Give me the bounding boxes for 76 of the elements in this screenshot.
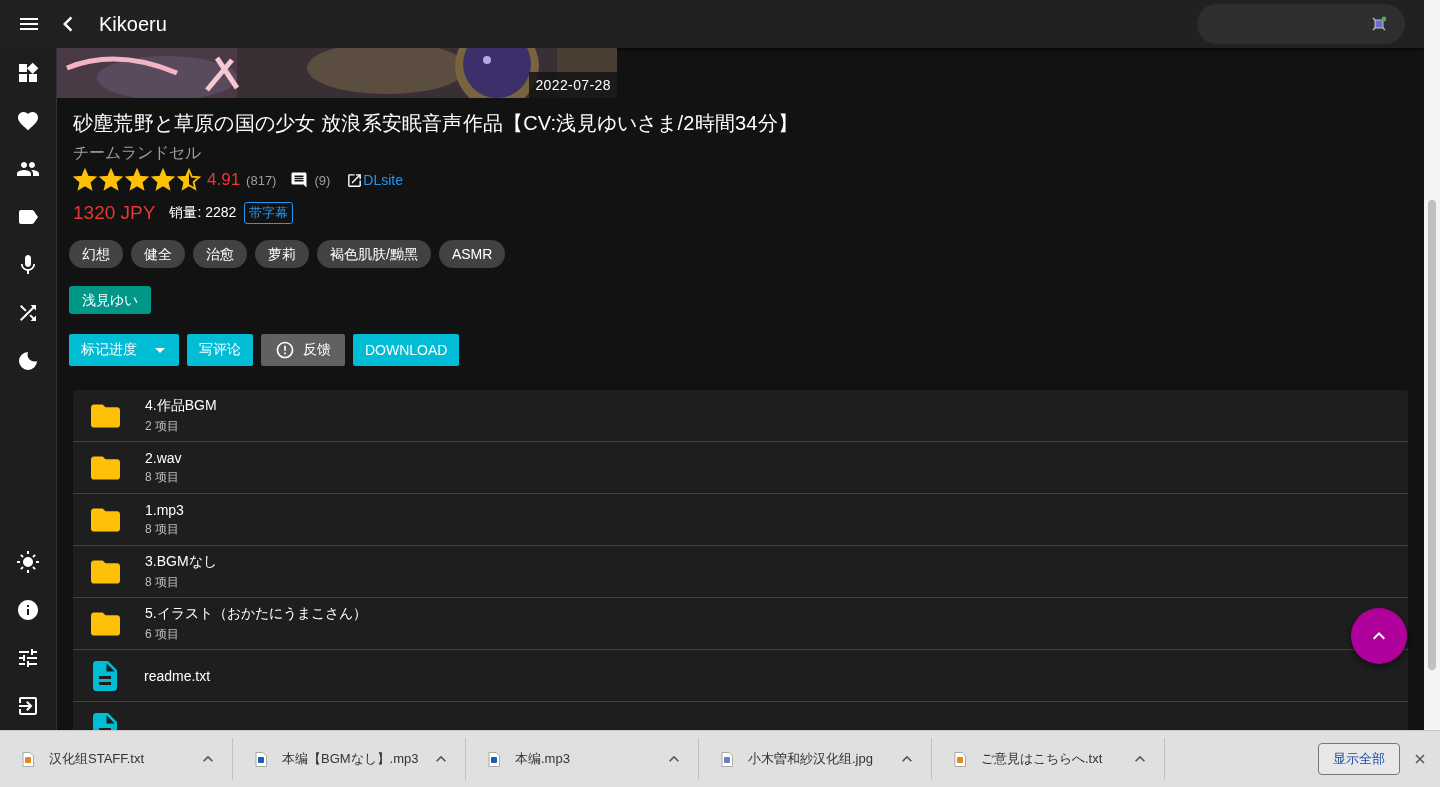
file-name: 4.作品BGM — [145, 396, 217, 415]
file-icon — [255, 751, 267, 767]
tag-chip[interactable]: 幻想 — [69, 240, 123, 268]
download-item[interactable]: 小木曽和紗汉化组.jpg — [699, 738, 932, 780]
download-item[interactable]: 本编.mp3 — [466, 738, 699, 780]
price: 1320 JPY — [73, 202, 156, 224]
alert-icon — [275, 340, 295, 360]
file-icon — [22, 751, 34, 767]
star-icon — [125, 168, 149, 192]
chevron-up-icon — [1373, 632, 1385, 640]
logout-icon[interactable] — [16, 694, 40, 718]
file-icon — [954, 751, 966, 767]
file-icon — [721, 751, 733, 767]
item-count: 8 项目 — [145, 520, 180, 538]
dashboard-icon[interactable] — [16, 61, 40, 85]
moon-icon[interactable] — [16, 349, 40, 373]
info-icon[interactable] — [16, 598, 40, 622]
folder-icon — [91, 403, 120, 428]
tag-chip[interactable]: 治愈 — [193, 240, 247, 268]
rating-count: (817) — [246, 172, 277, 188]
rating-value: 4.91 — [207, 170, 241, 190]
subtitle-badge: 带字幕 — [244, 202, 294, 224]
file-list-item[interactable]: 3.BGMなし 8 项目 — [73, 546, 1408, 598]
external-link-icon — [346, 171, 364, 189]
tag-chip[interactable]: 褐色肌肤/黝黑 — [317, 240, 431, 268]
file-icon — [488, 751, 500, 767]
extension-icon[interactable] — [1371, 16, 1387, 32]
feedback-button[interactable]: 反馈 — [261, 334, 345, 366]
download-name: 本编.mp3 — [515, 750, 571, 768]
heart-icon[interactable] — [16, 109, 40, 133]
settings-icon[interactable] — [16, 646, 40, 670]
star-icon — [73, 168, 97, 192]
download-item[interactable]: 本编【BGMなし】.mp3 — [233, 738, 466, 780]
dlsite-link[interactable]: DLsite — [363, 172, 404, 188]
file-list-item[interactable]: 2.wav 8 项目 — [73, 442, 1408, 494]
sales-count: 销量: 2282 — [169, 204, 237, 222]
review-count: (9) — [314, 172, 331, 188]
circle-link[interactable]: チームランドセル — [73, 143, 1408, 164]
file-list-item[interactable]: 1.mp3 8 项目 — [73, 494, 1408, 546]
file-name: 2.wav — [145, 449, 182, 466]
download-name: 小木曽和紗汉化组.jpg — [748, 750, 874, 768]
download-name: 本编【BGMなし】.mp3 — [282, 750, 420, 768]
release-date: 2022-07-28 — [529, 72, 617, 98]
search-field[interactable] — [1197, 4, 1405, 44]
item-count: 8 项目 — [145, 573, 180, 591]
item-count: 8 项目 — [145, 468, 180, 486]
document-icon — [93, 660, 117, 691]
work-title: 砂塵荒野と草原の国の少女 放浪系安眠音声作品【CV:浅見ゆいさま/2時間34分】 — [73, 111, 800, 136]
folder-icon — [91, 611, 120, 636]
file-name: readme.txt — [144, 667, 211, 684]
item-count: 2 项目 — [145, 417, 180, 435]
item-count: 6 项目 — [145, 625, 180, 643]
show-all-button[interactable]: 显示全部 — [1318, 743, 1400, 775]
file-name: 1.mp3 — [145, 501, 184, 518]
tag-chip[interactable]: 健全 — [131, 240, 185, 268]
download-name: 汉化组STAFF.txt — [49, 750, 146, 768]
download-item[interactable]: 汉化组STAFF.txt — [0, 738, 233, 780]
app-title: Kikoeru — [99, 12, 168, 36]
download-item[interactable]: ご意見はこちらへ.txt — [932, 738, 1165, 780]
file-name: 3.BGMなし — [145, 552, 217, 571]
sun-icon[interactable] — [16, 550, 40, 574]
star-icon — [177, 168, 201, 192]
tag-chip[interactable]: ASMR — [438, 240, 506, 268]
caret-icon — [155, 347, 165, 353]
scrollbar[interactable] — [1424, 0, 1440, 730]
file-list-item[interactable]: 4.作品BGM 2 项目 — [73, 390, 1408, 442]
download-name: ご意見はこちらへ.txt — [981, 750, 1104, 768]
voice-actor-chip[interactable]: 浅見ゆい — [69, 286, 151, 314]
tag-chip[interactable]: 萝莉 — [255, 240, 309, 268]
folder-icon — [91, 507, 120, 532]
file-name: 5.イラスト（おかたにうまこさん） — [145, 604, 367, 623]
folder-icon — [91, 455, 120, 480]
star-icon — [151, 168, 175, 192]
folder-icon — [91, 559, 120, 584]
star-icon — [99, 168, 123, 192]
comment-icon — [290, 171, 309, 189]
